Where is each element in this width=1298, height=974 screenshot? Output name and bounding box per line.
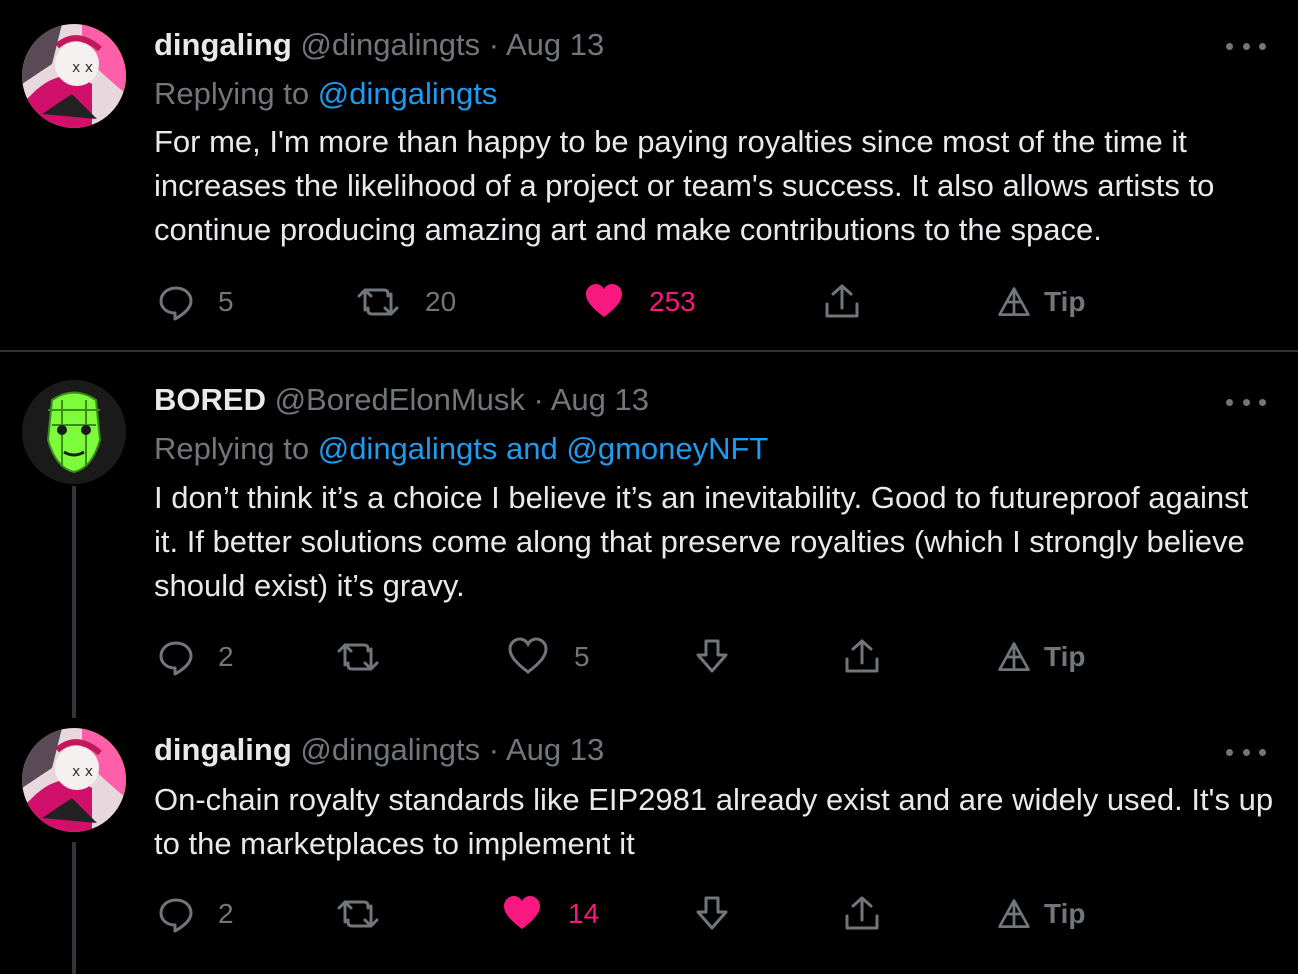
replying-prefix: Replying to [154, 76, 318, 111]
more-dot [1242, 398, 1250, 406]
retweet-button[interactable] [336, 637, 380, 677]
tweet-header: dingaling @dingalingts · Aug 13 [154, 732, 604, 768]
share-icon [845, 639, 879, 673]
share-button[interactable] [842, 637, 882, 677]
tip-label: Tip [1044, 286, 1086, 317]
tweet-header: BORED @BoredElonMusk · Aug 13 [154, 382, 649, 418]
tip-icon [998, 287, 1030, 316]
like-button[interactable]: 253 [584, 282, 696, 322]
avatar-bored[interactable] [22, 380, 126, 484]
replying-to-link[interactable]: @dingalingts [318, 76, 498, 111]
separator: · [480, 732, 506, 767]
reply-icon [159, 898, 193, 933]
tip-icon [998, 899, 1030, 928]
tweet-1[interactable]: x x dingaling @dingalingts · Aug 13 Repl… [0, 0, 1298, 350]
reply-icon [159, 286, 193, 321]
svg-text:x x: x x [72, 764, 93, 780]
replying-to: Replying to @dingalingts and @gmoneyNFT [154, 431, 768, 467]
tweet-3[interactable]: x x dingaling @dingalingts · Aug 13 On-c… [0, 722, 1298, 974]
more-dot [1259, 42, 1266, 50]
timestamp[interactable]: Aug 13 [506, 732, 604, 767]
share-icon [845, 896, 879, 930]
handle[interactable]: @dingalingts [300, 732, 480, 767]
display-name[interactable]: dingaling [154, 732, 292, 767]
replying-to-link[interactable]: @dingalingts and @gmoneyNFT [318, 431, 769, 466]
tip-icon [998, 642, 1030, 671]
like-count: 5 [574, 641, 590, 672]
replying-prefix: Replying to [154, 431, 318, 466]
tweet-text: I don’t think it’s a choice I believe it… [154, 480, 1249, 603]
separator: · [524, 382, 551, 417]
tip-label: Tip [1044, 641, 1086, 672]
tweet-header: dingaling @dingalingts · Aug 13 [154, 27, 604, 63]
handle[interactable]: @BoredElonMusk [275, 382, 525, 417]
downvote-button[interactable] [692, 637, 732, 677]
more-dot [1226, 398, 1233, 406]
retweet-icon [337, 643, 379, 671]
retweet-count: 20 [425, 286, 457, 317]
share-button[interactable] [842, 894, 882, 934]
tip-label: Tip [1044, 898, 1086, 929]
tip-button[interactable]: Tip [996, 894, 1085, 934]
heart-outline-icon [508, 637, 548, 674]
display-name[interactable]: BORED [154, 382, 266, 417]
reply-count: 2 [218, 898, 234, 929]
timestamp[interactable]: Aug 13 [506, 27, 604, 62]
separator: · [480, 27, 506, 62]
like-button[interactable]: 14 [502, 894, 599, 934]
more-options-button[interactable] [1226, 742, 1266, 762]
heart-filled-icon [586, 284, 622, 317]
avatar-dingaling[interactable]: x x [22, 728, 126, 832]
retweet-icon [337, 900, 379, 928]
retweet-icon [357, 288, 399, 316]
retweet-button[interactable] [336, 894, 380, 934]
handle[interactable]: @dingalingts [300, 27, 480, 62]
reply-count: 5 [218, 286, 234, 317]
reply-button[interactable]: 2 [156, 637, 234, 677]
more-dot [1226, 748, 1233, 756]
timestamp[interactable]: Aug 13 [551, 382, 649, 417]
heart-filled-icon [504, 896, 540, 929]
more-dot [1226, 42, 1233, 50]
more-options-button[interactable] [1226, 36, 1266, 56]
tweet-2[interactable]: BORED @BoredElonMusk · Aug 13 Replying t… [0, 352, 1298, 722]
more-options-button[interactable] [1226, 392, 1266, 412]
more-dot [1242, 748, 1250, 756]
like-count: 14 [568, 898, 600, 929]
reply-button[interactable]: 2 [156, 894, 234, 934]
tweet-text: On-chain royalty standards like EIP2981 … [154, 782, 1274, 861]
svg-text:x x: x x [72, 60, 93, 76]
share-button[interactable] [822, 282, 862, 322]
more-dot [1259, 748, 1266, 756]
downvote-button[interactable] [692, 894, 732, 934]
tweet-text: For me, I'm more than happy to be paying… [154, 124, 1215, 247]
share-icon [825, 284, 859, 318]
avatar-dingaling[interactable]: x x [22, 24, 126, 128]
downvote-arrow-icon [696, 896, 728, 930]
tip-button[interactable]: Tip [996, 282, 1085, 322]
tip-button[interactable]: Tip [996, 637, 1085, 677]
reply-button[interactable]: 5 [156, 282, 234, 322]
replying-to: Replying to @dingalingts [154, 76, 497, 112]
reply-icon [159, 641, 193, 676]
display-name[interactable]: dingaling [154, 27, 292, 62]
like-button[interactable]: 5 [508, 637, 590, 677]
more-dot [1259, 398, 1266, 406]
like-count: 253 [649, 286, 696, 317]
retweet-button[interactable]: 20 [356, 282, 456, 322]
more-dot [1242, 42, 1250, 50]
reply-count: 2 [218, 641, 234, 672]
downvote-arrow-icon [696, 639, 728, 673]
